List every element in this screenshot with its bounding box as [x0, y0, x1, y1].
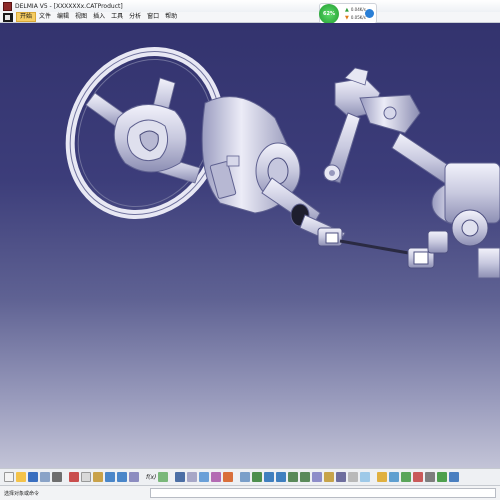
- download-row: ▼ 0.05K/s: [345, 15, 366, 21]
- fly-mode-icon[interactable]: [240, 472, 251, 482]
- catalog-icon[interactable]: [175, 472, 186, 482]
- upload-arrow-icon: ▲: [345, 6, 349, 13]
- accelerate-ball-icon[interactable]: [365, 9, 374, 18]
- status-message: 选择对象或命令: [4, 490, 40, 497]
- status-bar: 选择对象或命令: [0, 485, 500, 500]
- menu-tools[interactable]: 工具: [108, 12, 126, 22]
- render-icon[interactable]: [389, 472, 400, 482]
- section-icon[interactable]: [425, 472, 436, 482]
- menu-start[interactable]: 开始: [16, 12, 37, 22]
- menu-view[interactable]: 视图: [72, 12, 90, 22]
- measure-icon[interactable]: [223, 472, 234, 482]
- save-management-icon[interactable]: [40, 472, 50, 482]
- menu-help[interactable]: 帮助: [162, 12, 180, 22]
- command-input[interactable]: [150, 488, 496, 498]
- swap-space-icon[interactable]: [360, 472, 371, 482]
- simulation-icon[interactable]: [437, 472, 448, 482]
- hide-show-icon[interactable]: [348, 472, 359, 482]
- upload-speed: 0.04K/s: [350, 7, 366, 12]
- menu-insert[interactable]: 插入: [90, 12, 108, 22]
- steering-column[interactable]: [201, 96, 469, 269]
- whats-this-icon[interactable]: [129, 472, 139, 482]
- 3d-viewport[interactable]: [0, 23, 500, 468]
- formula-button[interactable]: f(x): [146, 474, 156, 481]
- snapshot-icon[interactable]: [401, 472, 412, 482]
- menu-bar: 开始 文件 编辑 视图 插入 工具 分析 窗口 帮助: [0, 12, 500, 23]
- undo-icon[interactable]: [105, 472, 115, 482]
- normal-view-icon[interactable]: [312, 472, 323, 482]
- download-arrow-icon: ▼: [345, 14, 349, 21]
- window-title: DELMIA V5 - [XXXXXXx.CATProduct]: [15, 2, 123, 10]
- bottom-toolbar: f(x): [0, 468, 500, 485]
- cut-icon[interactable]: [69, 472, 79, 482]
- zoom-out-icon[interactable]: [300, 472, 311, 482]
- workbench-logo-icon[interactable]: [3, 12, 13, 22]
- iso-view-icon[interactable]: [324, 472, 335, 482]
- save-icon[interactable]: [28, 472, 38, 482]
- print-icon[interactable]: [52, 472, 62, 482]
- paste-icon[interactable]: [93, 472, 103, 482]
- cpu-gauge: 62%: [319, 3, 339, 24]
- download-speed: 0.05K/s: [350, 15, 366, 20]
- open-icon[interactable]: [16, 472, 26, 482]
- title-bar: DELMIA V5 - [XXXXXXx.CATProduct]: [0, 0, 500, 12]
- clash-icon[interactable]: [413, 472, 424, 482]
- menu-file[interactable]: 文件: [36, 12, 54, 22]
- shading-icon[interactable]: [336, 472, 347, 482]
- steering-assembly-model: [65, 46, 500, 279]
- rotate-icon[interactable]: [276, 472, 287, 482]
- multi-view-icon[interactable]: [211, 472, 222, 482]
- material-icon[interactable]: [377, 472, 388, 482]
- new-icon[interactable]: [4, 472, 14, 482]
- steering-gear-bracket[interactable]: [323, 67, 421, 184]
- network-speed-widget[interactable]: 62% ▲ 0.04K/s ▼ 0.05K/s: [319, 3, 377, 24]
- menu-analysis[interactable]: 分析: [126, 12, 144, 22]
- delmia-app-icon: [3, 1, 12, 11]
- menu-window[interactable]: 窗口: [144, 12, 162, 22]
- fit-all-icon[interactable]: [252, 472, 263, 482]
- pan-icon[interactable]: [264, 472, 275, 482]
- zoom-in-icon[interactable]: [288, 472, 299, 482]
- redo-icon[interactable]: [117, 472, 127, 482]
- copy-icon[interactable]: [81, 472, 91, 482]
- compass-icon[interactable]: [449, 472, 460, 482]
- upload-row: ▲ 0.04K/s: [345, 7, 366, 13]
- knowledge-icon[interactable]: [158, 472, 169, 482]
- grid-icon[interactable]: [199, 472, 210, 482]
- table-icon[interactable]: [187, 472, 198, 482]
- menu-edit[interactable]: 编辑: [54, 12, 72, 22]
